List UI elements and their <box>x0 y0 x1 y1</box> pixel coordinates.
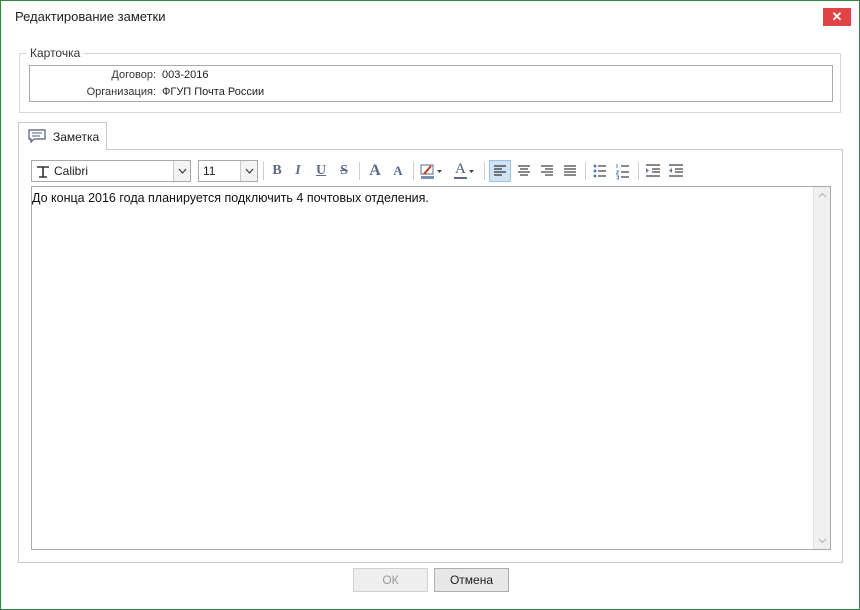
chevron-down-icon <box>245 168 253 174</box>
editor-vertical-scrollbar[interactable] <box>813 187 830 549</box>
card-fields: Договор: 003-2016 Организация: ФГУП Почт… <box>29 65 833 102</box>
font-size-dropdown[interactable] <box>240 161 257 181</box>
close-button[interactable]: ✕ <box>823 8 851 26</box>
font-icon <box>37 166 49 178</box>
cancel-button[interactable]: Отмена <box>434 568 509 592</box>
organization-value: ФГУП Почта России <box>162 86 265 98</box>
decrease-indent-button[interactable] <box>665 160 687 182</box>
chevron-down-icon <box>178 168 186 174</box>
bullet-list-button[interactable] <box>589 160 611 182</box>
shrink-font-icon: A <box>393 163 403 178</box>
card-group-legend: Карточка <box>27 46 84 60</box>
align-justify-button[interactable] <box>559 160 581 182</box>
toolbar-separator <box>359 162 360 180</box>
align-center-icon <box>518 165 530 176</box>
italic-button[interactable]: I <box>287 160 309 182</box>
scroll-down-icon[interactable] <box>818 536 827 545</box>
align-right-icon <box>541 165 553 176</box>
decrease-indent-icon <box>669 164 683 177</box>
align-justify-icon <box>564 165 576 176</box>
highlight-icon <box>420 164 442 179</box>
align-right-button[interactable] <box>536 160 558 182</box>
strikethrough-button[interactable]: S <box>333 160 355 182</box>
bullet-list-icon <box>593 164 606 178</box>
grow-font-button[interactable]: A <box>364 160 386 182</box>
font-name-dropdown[interactable] <box>173 161 190 181</box>
rich-text-toolbar: Calibri 11 B I U S A A A <box>31 160 831 182</box>
ok-button[interactable]: ОК <box>353 568 428 592</box>
tab-note-label: Заметка <box>53 130 100 144</box>
underline-button[interactable]: U <box>310 160 332 182</box>
align-left-button[interactable] <box>489 160 511 182</box>
note-editor[interactable]: До конца 2016 года планируется подключит… <box>31 186 831 550</box>
toolbar-separator <box>585 162 586 180</box>
scroll-up-icon[interactable] <box>818 191 827 200</box>
toolbar-separator <box>638 162 639 180</box>
numbered-list-button[interactable] <box>612 160 634 182</box>
toolbar-separator <box>413 162 414 180</box>
font-name-value: Calibri <box>54 164 89 178</box>
toolbar-separator <box>484 162 485 180</box>
close-icon: ✕ <box>831 9 843 24</box>
tab-note[interactable]: Заметка <box>18 122 107 150</box>
font-name-combo[interactable]: Calibri <box>31 160 191 182</box>
toolbar-separator <box>263 162 264 180</box>
align-center-button[interactable] <box>513 160 535 182</box>
dialog-window: Редактирование заметки ✕ Карточка Догово… <box>0 0 860 610</box>
font-size-value: 11 <box>203 164 216 178</box>
comment-icon <box>28 129 46 143</box>
shrink-font-button[interactable]: A <box>387 160 409 182</box>
window-title: Редактирование заметки <box>15 9 166 24</box>
numbered-list-icon <box>615 164 629 180</box>
align-left-icon <box>494 165 506 176</box>
note-content[interactable]: До конца 2016 года планируется подключит… <box>32 191 429 205</box>
font-color-button[interactable]: A <box>450 160 478 182</box>
bold-button[interactable]: B <box>266 160 288 182</box>
contract-label: Договор: <box>111 69 156 81</box>
font-color-swatch <box>454 170 474 179</box>
organization-label: Организация: <box>86 86 156 98</box>
title-bar[interactable]: Редактирование заметки ✕ <box>1 1 859 31</box>
font-size-combo[interactable]: 11 <box>198 160 258 182</box>
increase-indent-icon <box>646 164 660 177</box>
grow-font-icon: A <box>369 162 381 179</box>
increase-indent-button[interactable] <box>642 160 664 182</box>
field-row-contract: Договор: 003-2016 <box>30 69 832 85</box>
field-row-organization: Организация: ФГУП Почта России <box>30 86 832 102</box>
highlight-button[interactable] <box>418 160 446 182</box>
contract-value: 003-2016 <box>162 69 209 81</box>
